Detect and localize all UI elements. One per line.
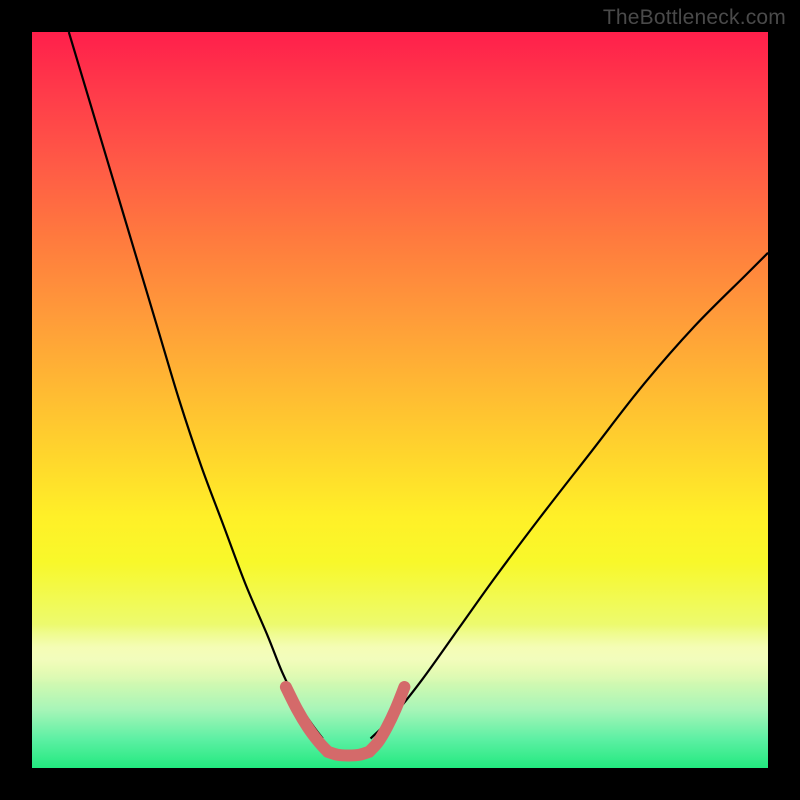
series-highlight-left [286,687,328,752]
series-right-curve [371,253,768,739]
watermark-text: TheBottleneck.com [603,6,786,30]
chart-frame: TheBottleneck.com [0,0,800,800]
series-left-curve [69,32,323,739]
series-highlight-bottom [328,752,369,756]
series-highlight-right [369,687,404,752]
plot-area [32,32,768,768]
curves-svg [32,32,768,768]
